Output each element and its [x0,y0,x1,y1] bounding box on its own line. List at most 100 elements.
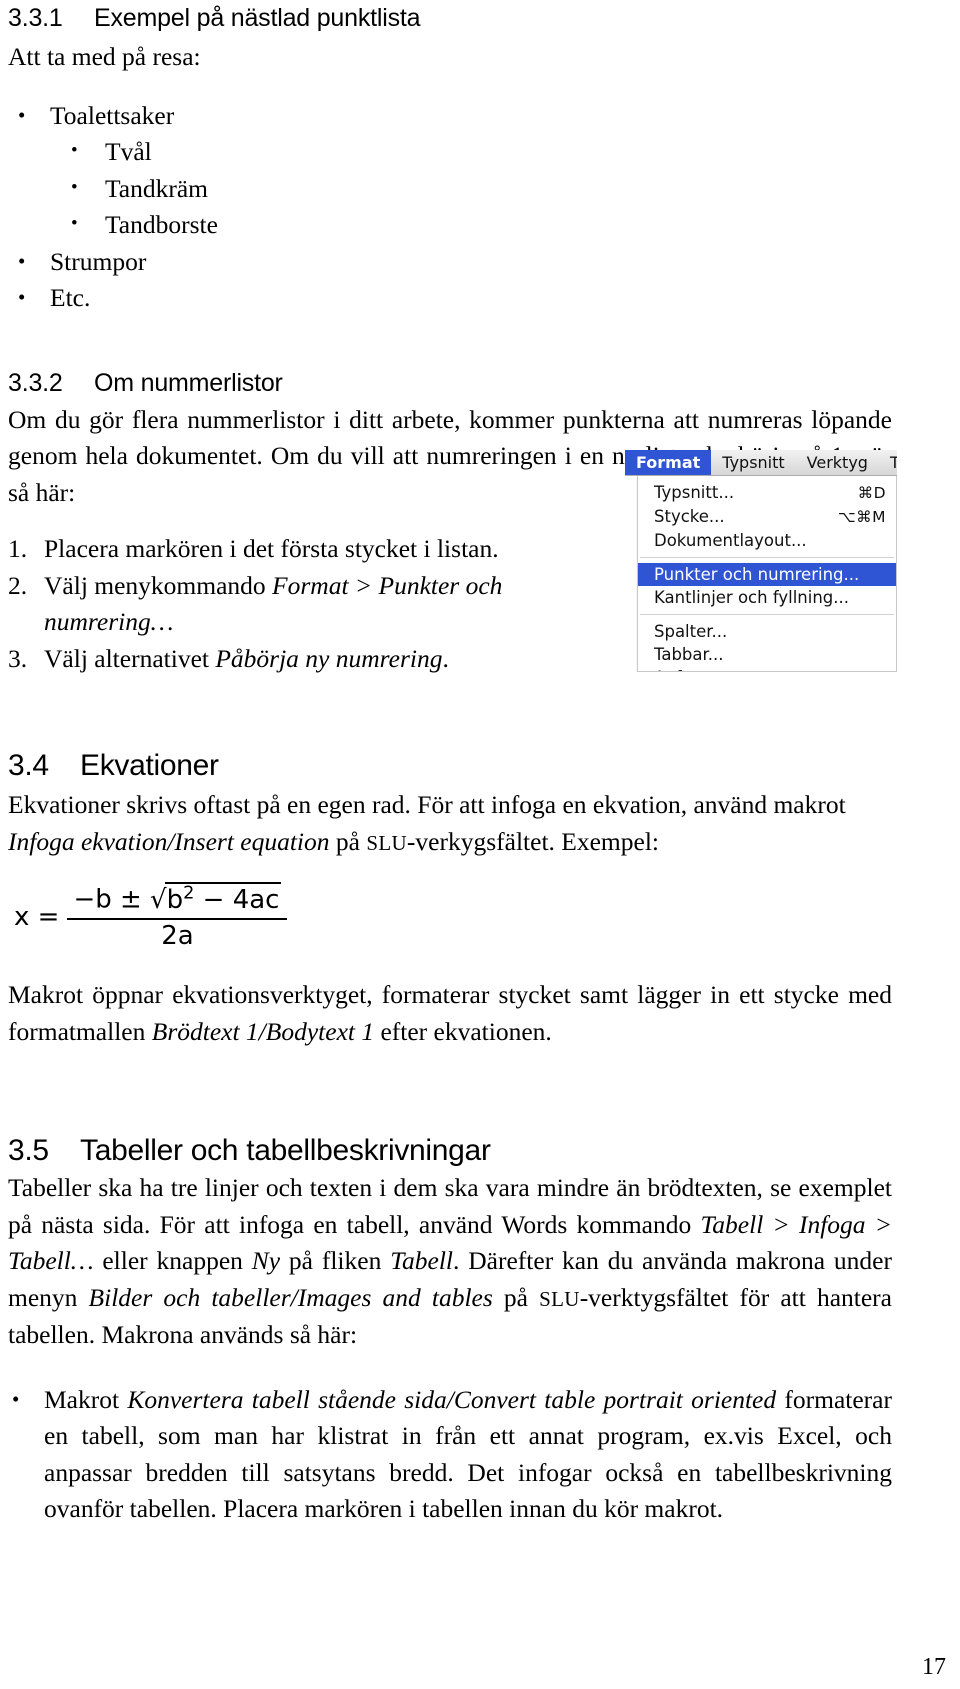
step-text-lead: Välj menykommando [44,570,273,600]
paragraph-3-4-part-a: Ekvationer skrivs oftast på en egen rad.… [8,790,846,819]
slu-abbreviation: SLU [366,830,407,855]
numbered-list-3-3-2: 1. Placera markören i det första stycket … [8,531,598,677]
heading-3-4-number: 3.4 [8,749,49,782]
equation-denominator: 2a [161,920,194,951]
radicand-base: b [166,884,184,915]
page-number: 17 [922,1654,946,1680]
paragraph-3-4-body-part-b: efter ekvationen. [374,1016,552,1046]
radicand-rest: − 4ac [194,884,280,915]
menu-item-tabbar[interactable]: Tabbar... [638,643,896,666]
list-item: Makrot Konvertera tabell stående sida/Co… [8,1381,892,1528]
step-text-lead: Välj alternativet [44,643,216,673]
menu-item-shortcut: ⌥⌘M [837,508,886,526]
menu-item-label: Stycke... [654,507,725,526]
heading-3-3-1-title: Exempel på nästlad punktlista [94,4,421,32]
macro-name-emphasis: Konvertera tabell stående sida/Convert t… [127,1384,777,1414]
menu-item-dokumentlayout[interactable]: Dokumentlayout... [638,529,896,552]
format-dropdown-menu: Typsnitt... ⌘D Stycke... ⌥⌘M Dokumentlay… [637,476,897,672]
menu-item-label: Spalter... [654,622,728,641]
bullet-list-level2: Tvål Tandkräm Tandborste [63,133,888,244]
equation-numerator-lead: −b ± [73,884,151,915]
paragraph-3-4-intro: Ekvationer skrivs oftast på en egen rad.… [8,787,898,861]
menubar-item-typsnitt[interactable]: Typsnitt [711,450,795,475]
paragraph-3-5-part-c: på fliken [280,1246,391,1276]
heading-3-3-1: 3.3.1 Exempel på nästlad punktlista [8,4,888,33]
list-item: Tandkräm [63,170,888,208]
menu-item-shortcut: ⌘D [857,484,886,502]
menu-item-kantlinjer-och-fyllning[interactable]: Kantlinjer och fyllning... [638,586,896,609]
menu-item-label: Dokumentlayout... [654,531,807,550]
list-item: Tandborste [63,206,888,244]
step-text-tail: . [442,643,449,673]
heading-3-5-number: 3.5 [8,1134,49,1168]
bullet-label: Tandkräm [105,173,209,203]
paragraph-3-5-part-b: eller knappen [93,1246,252,1276]
menu-name-emphasis: Bilder och tabeller/Images and tables [88,1282,493,1312]
menubar-item-verktyg[interactable]: Verktyg [796,450,879,475]
step-text-emphasis: Påbörja ny numrering [215,643,443,673]
list-marker: 1. [8,534,28,563]
page-content: 3.3.1 Exempel på nästlad punktlista Att t… [8,0,892,1528]
list-item: 1. Placera markören i det första stycket … [8,531,598,568]
bullet-list-level1-cont: Strumpor Etc. [8,243,888,317]
bullet-label: Tvål [105,137,152,166]
bullet-label: Tandborste [105,210,218,239]
menubar-item-truncated[interactable]: T [879,450,897,475]
heading-3-3-2-number: 3.3.2 [8,368,63,397]
step-text: Placera markören i det första stycket i … [44,534,499,563]
menu-item-label: Typsnitt... [654,483,735,502]
menu-item-label: Anfang [654,666,713,671]
equation-numerator: −b ± √b2 − 4ac [67,881,287,918]
bullet-part-a: Makrot [44,1384,128,1414]
radicand-exponent: 2 [183,883,195,903]
paragraph-3-5: Tabeller ska ha tre linjer och texten i … [8,1170,892,1354]
quadratic-formula-equation: x = −b ± √b2 − 4ac 2a [14,881,888,951]
menu-item-stycke[interactable]: Stycke... ⌥⌘M [638,505,896,529]
heading-3-3-1-number: 3.3.1 [8,4,63,32]
heading-3-5-title: Tabeller och tabellbeskrivningar [80,1134,491,1168]
heading-3-5: 3.5 Tabeller och tabellbeskrivningar [8,1134,888,1168]
menu-item-spalter[interactable]: Spalter... [638,620,896,643]
heading-3-3-2-title: Om nummerlistor [94,368,283,397]
list-item: 2. Välj menykommando Format > Punkter och… [8,568,598,641]
button-name-emphasis: Ny [251,1246,281,1276]
bullet-label: Etc. [50,283,91,312]
style-name-emphasis: Brödtext 1/Bodytext 1 [151,1016,375,1046]
list-item: Tvål [63,133,888,171]
menu-item-punkter-och-numrering[interactable]: Punkter och numrering... [638,563,896,586]
list-item: Etc. [8,279,888,317]
list-marker: 2. [8,570,28,600]
document-page: 3.3.1 Exempel på nästlad punktlista Att t… [0,0,960,1689]
list-item: Strumpor [8,243,888,281]
menubar-item-format[interactable]: Format [625,450,712,475]
menu-item-label: Tabbar... [654,645,724,664]
macro-name-emphasis: Infoga ekvation/Insert equation [8,826,330,856]
paragraph-3-4-part-b: på [329,826,367,856]
list-item: 3. Välj alternativet Påbörja ny numrering… [8,641,598,678]
format-menu-screenshot: Format Typsnitt Verktyg T Typsnitt... ⌘D… [625,450,897,672]
equation-left-hand-side: x = [14,902,60,933]
heading-3-4-title: Ekvationer [80,749,219,782]
intro-text-3-3-1: Att ta med på resa: [8,42,201,71]
list-marker: 3. [8,643,28,673]
menu-separator [640,557,894,558]
menu-item-label: Punkter och numrering... [654,565,860,584]
heading-3-3-2: 3.3.2 Om nummerlistor [8,369,888,398]
equation-fraction: −b ± √b2 − 4ac 2a [67,881,288,951]
heading-3-4: 3.4 Ekvationer [8,749,888,783]
slu-abbreviation: SLU [539,1286,580,1311]
bullet-list-3-5: Makrot Konvertera tabell stående sida/Co… [8,1381,892,1528]
paragraph-3-4-body: Makrot öppnar ekvationsverktyget, format… [8,977,892,1050]
menu-item-anfang[interactable]: Anfang [638,666,896,671]
menu-separator [640,614,894,615]
equation-radicand: b2 − 4ac [164,881,282,915]
bullet-label: Toalettsaker [50,100,175,130]
paragraph-3-4-part-c: -verkygsfältet. Exempel: [406,826,659,856]
mac-menubar: Format Typsnitt Verktyg T [625,450,897,476]
menu-item-label: Kantlinjer och fyllning... [654,588,849,607]
paragraph-3-5-part-e: på [492,1282,540,1312]
bullet-list-level1: Toalettsaker [8,97,888,135]
menu-item-typsnitt[interactable]: Typsnitt... ⌘D [638,481,896,505]
bullet-label: Strumpor [50,246,147,276]
tab-name-emphasis: Tabell [390,1246,454,1276]
